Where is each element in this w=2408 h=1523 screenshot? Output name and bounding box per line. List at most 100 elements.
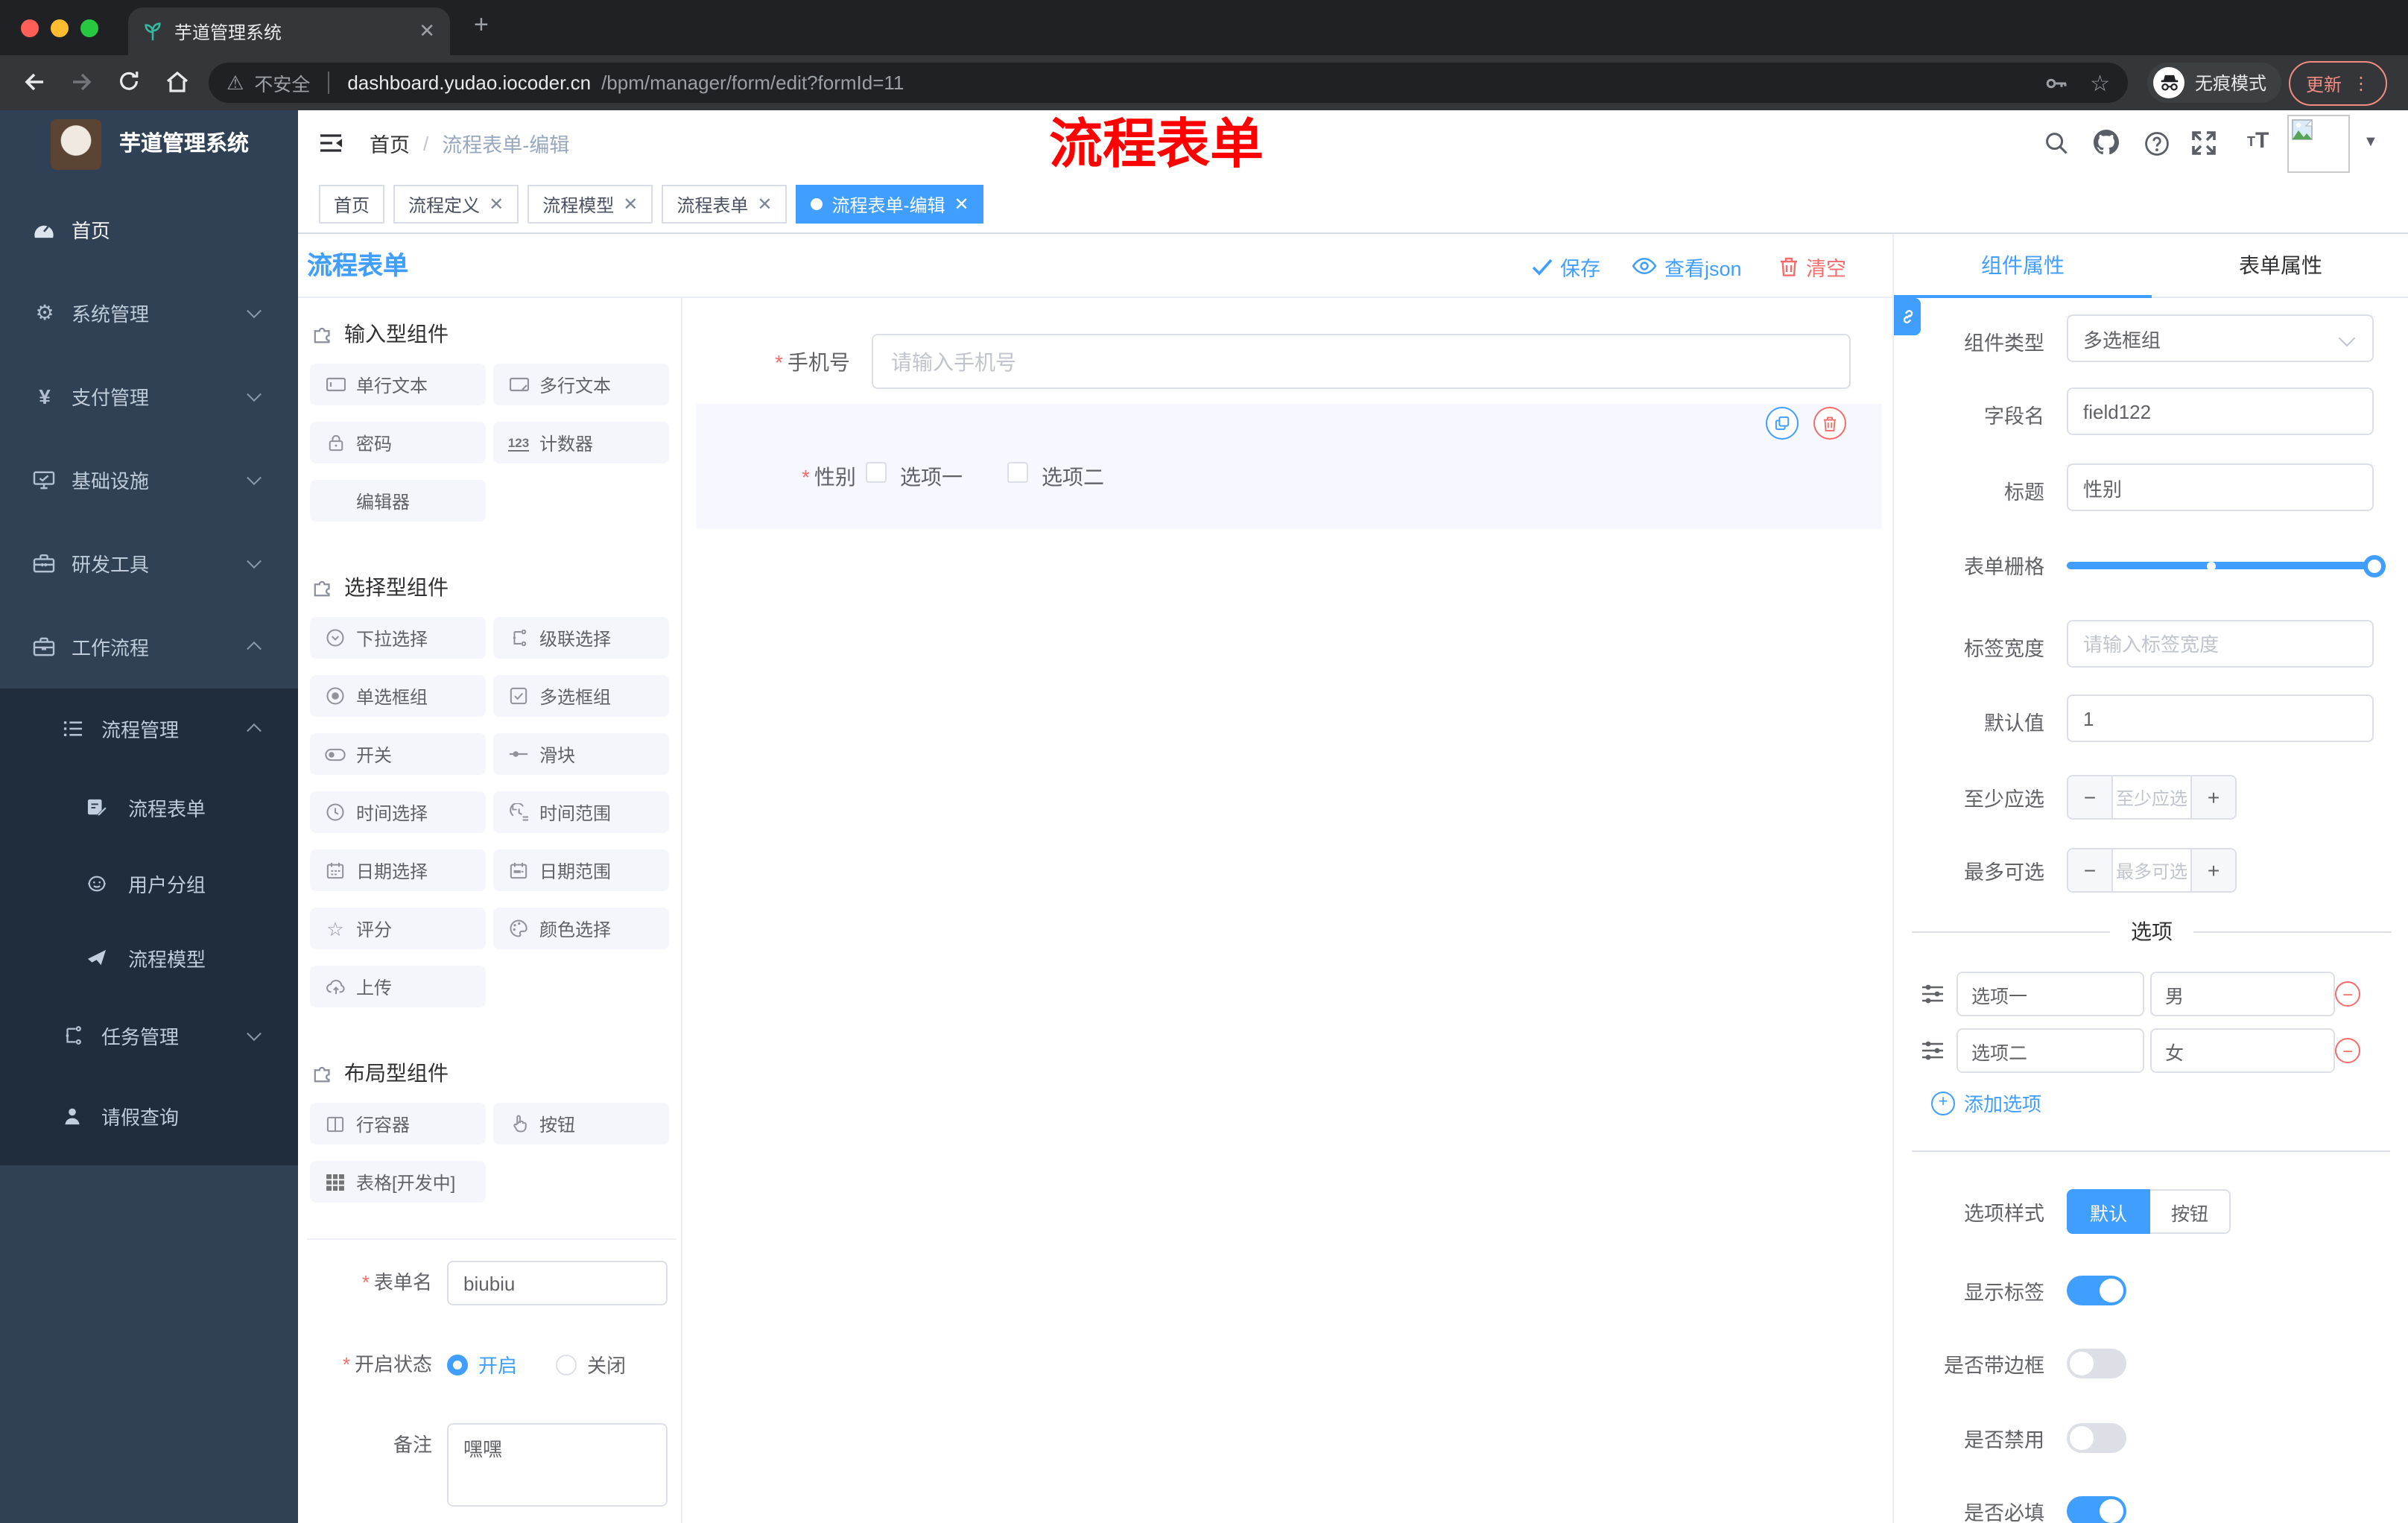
style-default-button[interactable]: 默认 <box>2067 1189 2150 1234</box>
add-option-button[interactable]: + 添加选项 <box>1931 1089 2041 1117</box>
label-width-input[interactable] <box>2067 620 2374 668</box>
status-radio-on[interactable]: 开启 <box>447 1350 517 1378</box>
palette-item-cascader[interactable]: 级联选择 <box>493 617 669 659</box>
default-value-input[interactable] <box>2067 694 2374 742</box>
sidebar-item-user-group[interactable]: 用户分组 <box>0 846 298 921</box>
sidebar-item-devtools[interactable]: 研发工具 <box>0 522 298 605</box>
tag-close-icon[interactable]: ✕ <box>757 194 772 215</box>
grid-slider[interactable] <box>2067 554 2386 577</box>
fold-sidebar-icon[interactable] <box>319 133 343 153</box>
option1-value-input[interactable] <box>2150 972 2335 1016</box>
sidebar-item-process-model[interactable]: 流程模型 <box>0 921 298 995</box>
option1-label-input[interactable] <box>1956 972 2144 1016</box>
font-size-icon[interactable]: TT <box>2247 128 2269 153</box>
palette-item-date-range[interactable]: 日期范围 <box>493 849 669 891</box>
avatar-caret-icon[interactable]: ▼ <box>2363 134 2378 151</box>
tab-component-props[interactable]: 组件属性 <box>1894 234 2152 298</box>
traffic-close-button[interactable] <box>21 19 39 37</box>
drag-handle-icon[interactable] <box>1921 984 1945 1004</box>
sidebar-item-infrastructure[interactable]: 基础设施 <box>0 438 298 522</box>
tag-process-form-edit[interactable]: 流程表单-编辑 ✕ <box>796 185 984 224</box>
show-label-switch[interactable] <box>2067 1276 2126 1305</box>
palette-item-date-picker[interactable]: 日期选择 <box>310 849 486 891</box>
update-button[interactable]: 更新 ⋮ <box>2289 61 2387 106</box>
traffic-minimize-button[interactable] <box>51 19 69 37</box>
sidebar-item-task-management[interactable]: 任务管理 <box>0 995 298 1076</box>
palette-item-color-picker[interactable]: 颜色选择 <box>493 908 669 949</box>
max-select-value[interactable]: 最多可选 <box>2111 849 2192 891</box>
sidebar-item-process-form[interactable]: 流程表单 <box>0 769 298 846</box>
palette-item-radio-group[interactable]: 单选框组 <box>310 675 486 717</box>
traffic-zoom-button[interactable] <box>80 19 98 37</box>
tag-process-form[interactable]: 流程表单 ✕ <box>662 185 788 224</box>
view-json-button[interactable]: 查看json <box>1632 234 1742 298</box>
selected-component[interactable]: * 性别 选项一 选项二 <box>696 404 1882 529</box>
new-tab-button[interactable]: + <box>474 10 489 40</box>
tag-process-definition[interactable]: 流程定义 ✕ <box>393 185 519 224</box>
reload-icon[interactable] <box>116 69 142 94</box>
palette-item-table[interactable]: 表格[开发中] <box>310 1161 486 1203</box>
sidebar-item-leave-query[interactable]: 请假查询 <box>0 1076 298 1156</box>
search-icon[interactable] <box>2044 131 2068 155</box>
help-icon[interactable] <box>2144 131 2170 156</box>
required-switch[interactable] <box>2067 1496 2126 1523</box>
tab-close-icon[interactable]: ✕ <box>419 19 435 43</box>
palette-item-row-container[interactable]: 行容器 <box>310 1103 486 1144</box>
increase-button[interactable]: + <box>2192 776 2235 818</box>
back-icon[interactable] <box>21 69 48 95</box>
forward-icon[interactable] <box>69 69 95 95</box>
avatar[interactable] <box>2287 115 2350 173</box>
form-name-input[interactable] <box>447 1261 668 1305</box>
sidebar-item-workflow[interactable]: 工作流程 <box>0 605 298 688</box>
tag-close-icon[interactable]: ✕ <box>623 194 638 215</box>
github-icon[interactable] <box>2094 130 2119 155</box>
fullscreen-icon[interactable] <box>2192 131 2216 155</box>
style-button-button[interactable]: 按钮 <box>2150 1189 2231 1234</box>
form-remark-textarea[interactable]: 嘿嘿 <box>447 1423 668 1507</box>
sidebar-item-payment[interactable]: ¥ 支付管理 <box>0 355 298 438</box>
palette-item-rate[interactable]: ☆ 评分 <box>310 908 486 949</box>
save-button[interactable]: 保存 <box>1532 234 1600 298</box>
decrease-button[interactable]: − <box>2068 776 2111 818</box>
remove-option-button[interactable]: − <box>2335 981 2360 1007</box>
copy-component-button[interactable] <box>1766 407 1799 440</box>
tag-close-icon[interactable]: ✕ <box>954 194 969 215</box>
component-type-select[interactable] <box>2067 314 2374 362</box>
sidebar-item-process-management[interactable]: 流程管理 <box>0 688 298 769</box>
option2-label-input[interactable] <box>1956 1028 2144 1073</box>
min-select-value[interactable]: 至少应选 <box>2111 776 2192 818</box>
palette-item-counter[interactable]: 123 计数器 <box>493 422 669 463</box>
browser-tab[interactable]: 芋道管理系统 ✕ <box>128 7 450 55</box>
gender-option1-checkbox[interactable] <box>866 462 887 483</box>
tab-form-props[interactable]: 表单属性 <box>2152 234 2408 298</box>
sidebar-item-home[interactable]: 首页 <box>0 188 298 271</box>
palette-item-slider[interactable]: 滑块 <box>493 733 669 775</box>
tag-process-model[interactable]: 流程模型 ✕ <box>527 185 653 224</box>
tag-close-icon[interactable]: ✕ <box>489 194 504 215</box>
palette-item-multi-line-text[interactable]: 多行文本 <box>493 364 669 405</box>
palette-item-time-picker[interactable]: 时间选择 <box>310 791 486 833</box>
bookmark-star-icon[interactable]: ☆ <box>2090 69 2110 96</box>
palette-item-single-line-text[interactable]: 单行文本 <box>310 364 486 405</box>
remove-option-button[interactable]: − <box>2335 1038 2360 1063</box>
disabled-switch[interactable] <box>2067 1423 2126 1453</box>
key-icon[interactable] <box>2044 71 2068 95</box>
status-radio-off[interactable]: 关闭 <box>556 1350 626 1378</box>
gender-option2-checkbox[interactable] <box>1007 462 1028 483</box>
palette-item-time-range[interactable]: 时间范围 <box>493 791 669 833</box>
palette-item-button[interactable]: 按钮 <box>493 1103 669 1144</box>
palette-item-upload[interactable]: 上传 <box>310 966 486 1007</box>
home-icon[interactable] <box>164 69 191 95</box>
palette-item-switch[interactable]: 开关 <box>310 733 486 775</box>
title-input[interactable] <box>2067 463 2374 511</box>
palette-item-select[interactable]: 下拉选择 <box>310 617 486 659</box>
palette-item-editor[interactable]: 编辑器 <box>310 480 486 522</box>
delete-component-button[interactable] <box>1813 407 1846 440</box>
palette-item-checkbox-group[interactable]: 多选框组 <box>493 675 669 717</box>
tag-home[interactable]: 首页 <box>319 185 385 224</box>
increase-button[interactable]: + <box>2192 849 2235 891</box>
border-switch[interactable] <box>2067 1349 2126 1378</box>
sidebar-item-system[interactable]: ⚙ 系统管理 <box>0 271 298 355</box>
slider-thumb[interactable] <box>2363 554 2386 577</box>
phone-field-input[interactable] <box>872 334 1851 389</box>
